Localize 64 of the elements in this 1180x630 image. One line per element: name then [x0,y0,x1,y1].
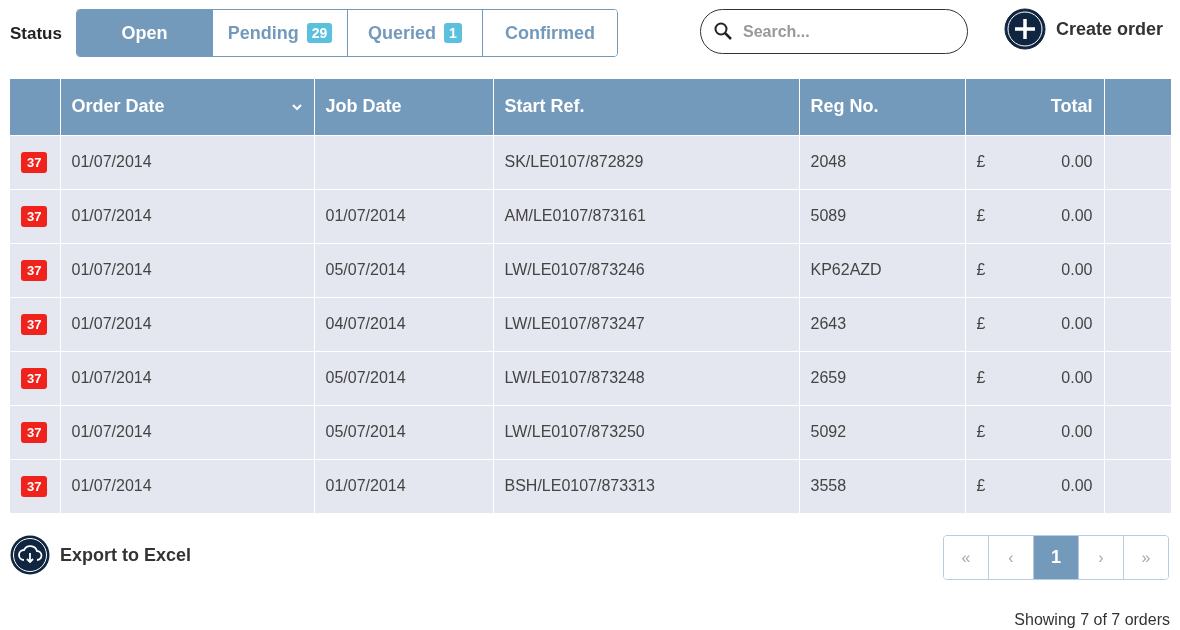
currency-symbol: £ [976,152,986,172]
table-cell: 05/07/2014 [325,261,406,278]
table-cell: 05/07/2014 [325,369,406,386]
column-header[interactable]: Start Ref. [504,93,585,121]
count-badge: 37 [21,368,48,389]
count-badge: 37 [21,476,48,498]
currency-symbol: £ [976,422,986,442]
table-cell-text: 0.00 [1061,152,1093,172]
table-cell: KP62AZD [810,261,882,278]
table-cell: 05/07/2014 [325,423,406,440]
table-cell: 2048 [810,153,847,170]
table-cell: SK/LE0107/872829 [504,153,644,170]
column-header[interactable]: Total [1050,93,1093,121]
table-cell-text: 0.00 [1061,206,1093,226]
page-button[interactable]: 1 [1033,536,1078,579]
count-badge: 29 [306,23,333,43]
cloud-download-icon [10,535,50,575]
export-button[interactable]: Export to Excel [10,535,192,575]
table-cell: LW/LE0107/873250 [504,423,645,440]
plus-icon [1003,8,1046,50]
table-cell: 01/07/2014 [71,153,152,170]
table-cell: 5092 [810,423,847,440]
table-cell: 3558 [810,477,847,495]
count-badge: 37 [21,422,48,443]
count-badge: 1 [444,23,462,43]
table-cell: 2659 [810,369,847,386]
search-icon [713,22,732,40]
count-badge: 37 [21,152,48,173]
table-cell-text: 0.00 [1061,260,1093,280]
table-cell: 01/07/2014 [71,369,152,386]
currency-symbol: £ [976,476,986,497]
table-cell-text: 0.00 [1061,476,1093,497]
table-cell: AM/LE0107/873161 [504,207,646,224]
table-cell: 01/07/2014 [71,207,152,224]
search-field[interactable]: Search... [699,9,968,54]
table-cell: 01/07/2014 [325,477,406,495]
table-cell-text: 0.00 [1061,422,1093,442]
table-cell: 01/07/2014 [71,477,152,495]
status-tab[interactable]: Open [76,10,212,56]
count-badge: 37 [21,260,48,281]
table-cell: LW/LE0107/873248 [504,369,645,386]
table-cell: 2643 [810,315,847,332]
table-cell: 01/07/2014 [71,315,152,332]
table-cell: 04/07/2014 [325,315,406,332]
currency-symbol: £ [976,368,986,388]
table-cell-text: 0.00 [1061,314,1093,334]
currency-symbol: £ [976,260,986,280]
count-badge: 37 [21,206,48,227]
status-label: Status [10,23,62,45]
results-summary: Showing 7 of 7 orders [1014,610,1170,630]
table-cell: 01/07/2014 [71,261,152,278]
table-cell: LW/LE0107/873246 [504,261,645,278]
table-cell: BSH/LE0107/873313 [504,477,655,495]
currency-symbol: £ [976,206,986,226]
count-badge: 37 [21,314,48,335]
create-order-button[interactable]: Create order [1003,8,1163,50]
currency-symbol: £ [976,314,986,334]
table-cell: 5089 [810,207,847,224]
column-header[interactable]: Order Date [71,93,165,121]
status-tab[interactable]: Confirmed [481,10,617,56]
table-cell: 01/07/2014 [325,207,406,224]
table-cell-text: 0.00 [1061,368,1093,388]
table-cell: 01/07/2014 [71,423,152,440]
table-cell: LW/LE0107/873247 [504,315,645,332]
